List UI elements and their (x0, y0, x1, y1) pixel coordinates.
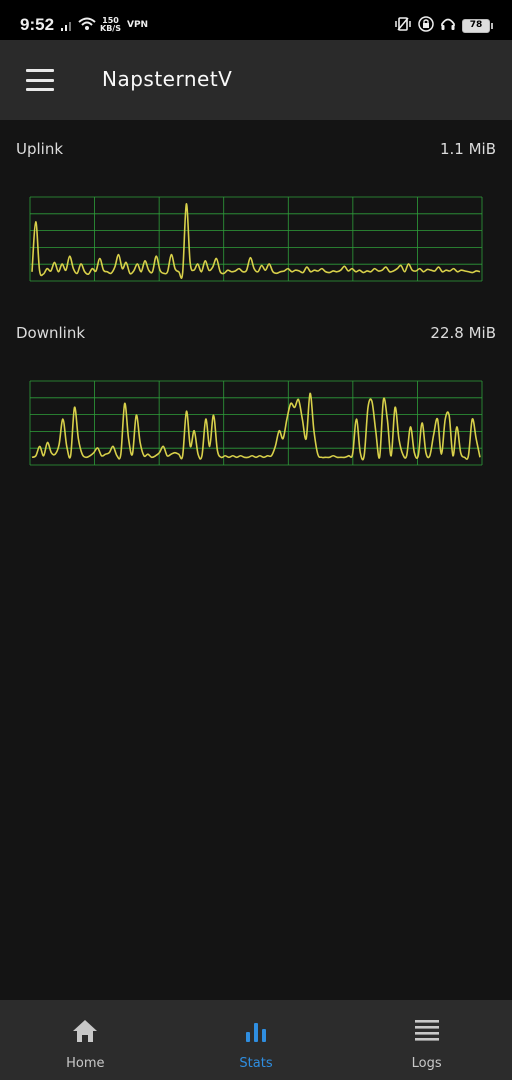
nav-logs[interactable]: Logs (341, 1000, 512, 1080)
series-line (31, 203, 481, 279)
nav-logs-label: Logs (411, 1056, 442, 1071)
list-icon (412, 1016, 442, 1046)
uplink-total: 1.1 MiB (439, 140, 496, 158)
menu-icon-line (26, 88, 54, 91)
vibrate-icon (394, 16, 412, 36)
battery-icon: 78 (462, 19, 493, 33)
vpn-indicator: VPN (126, 20, 149, 30)
bottom-nav: Home Stats Logs (0, 1000, 512, 1080)
chart-grid (29, 196, 483, 282)
app-title: NapsternetV (102, 67, 233, 91)
downlink-total: 22.8 MiB (430, 324, 496, 342)
uplink-label: Uplink (16, 140, 64, 158)
menu-icon-line (26, 69, 54, 72)
status-time: 9:52 (20, 15, 55, 34)
status-right-icons: 78 (394, 15, 493, 37)
nav-stats-label: Stats (239, 1056, 273, 1071)
downlink-label: Downlink (16, 324, 86, 342)
status-bar: 9:52 150 KB/S VPN 78 (0, 0, 512, 40)
lock-icon (418, 16, 434, 36)
menu-button[interactable] (24, 66, 56, 94)
status-left-icons: 150 KB/S VPN (60, 14, 148, 36)
bar-chart-icon (241, 1016, 271, 1046)
nav-stats[interactable]: Stats (171, 1000, 342, 1080)
signal-icon (60, 16, 74, 35)
downlink-chart (29, 380, 483, 466)
headphones-icon (440, 16, 456, 36)
menu-icon-line (26, 78, 54, 82)
wifi-icon (78, 16, 96, 35)
nav-home-label: Home (66, 1056, 105, 1071)
uplink-chart (29, 196, 483, 282)
home-icon (70, 1016, 100, 1046)
net-speed-unit: KB/S (100, 24, 121, 33)
app-bar: NapsternetV (0, 40, 512, 120)
net-speed: 150 KB/S (100, 17, 121, 33)
nav-home[interactable]: Home (0, 1000, 171, 1080)
series-line (31, 392, 481, 461)
